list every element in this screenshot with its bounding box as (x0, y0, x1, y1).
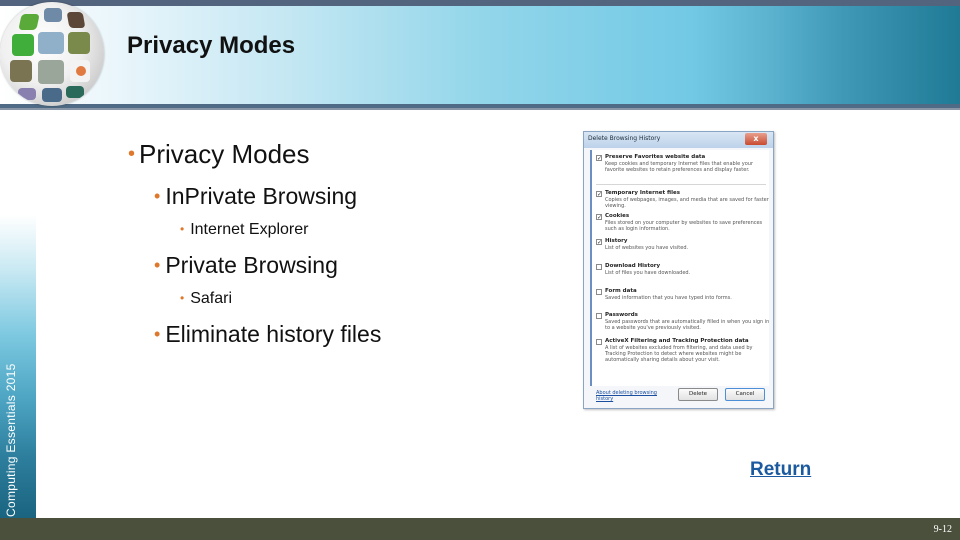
globe-tile (68, 32, 90, 54)
bullet-text: InPrivate Browsing (165, 183, 358, 209)
option-title: Cookies (605, 213, 630, 219)
checkbox (596, 289, 602, 295)
checkbox: ✓ (596, 239, 603, 246)
option-description: Saved information that you have typed in… (605, 295, 732, 301)
bullet-dot-icon: • (154, 324, 161, 344)
globe-tile (12, 34, 34, 56)
checkbox (596, 313, 602, 319)
return-link[interactable]: Return (750, 459, 811, 481)
checkbox (596, 264, 602, 270)
dialog-title: Delete Browsing History (588, 135, 661, 142)
globe-tile (44, 8, 62, 22)
option-description: Files stored on your computer by website… (605, 220, 763, 233)
bullet-text: Safari (190, 290, 232, 307)
bullet-internet-explorer: • Internet Explorer (180, 221, 308, 239)
bullet-private-browsing: • Private Browsing (154, 252, 338, 279)
option-description: List of files you have downloaded. (605, 270, 691, 276)
delete-browsing-history-dialog: Delete Browsing History x ✓ Preserve Fav… (583, 131, 774, 409)
bullet-text: Eliminate history files (165, 321, 382, 347)
option-description: Saved passwords that are automatically f… (605, 319, 770, 332)
sidebar-course-label: Computing Essentials 2015 (4, 363, 18, 517)
dialog-body: ✓ Preserve Favorites website data Keep c… (590, 150, 769, 386)
footer-bar (0, 518, 960, 540)
about-deleting-history-link: About deleting browsing history (596, 390, 657, 402)
bullet-dot-icon: • (154, 255, 161, 275)
option-title: Form data (605, 288, 637, 294)
bullet-privacy-modes: • Privacy Modes (128, 139, 310, 170)
bullet-safari: • Safari (180, 290, 232, 308)
bullet-eliminate-history: • Eliminate history files (154, 321, 381, 348)
checkbox: ✓ (596, 214, 603, 221)
globe-tile (38, 60, 64, 84)
header-divider-light (0, 108, 960, 110)
bullet-dot-icon: • (180, 291, 185, 305)
checkbox: ✓ (596, 191, 603, 198)
option-title: Temporary Internet files (605, 190, 681, 196)
globe-tile (38, 32, 64, 54)
globe-tile (18, 14, 40, 30)
globe-tile (42, 88, 62, 102)
bullet-text: Internet Explorer (190, 221, 309, 238)
bullet-dot-icon: • (154, 186, 161, 206)
option-title: ActiveX Filtering and Tracking Protectio… (605, 338, 749, 344)
option-title: History (605, 238, 628, 244)
bullet-dot-icon: • (128, 143, 136, 165)
bullet-inprivate-browsing: • InPrivate Browsing (154, 183, 357, 210)
checkbox (596, 339, 602, 345)
globe-photo-collage-icon (0, 2, 104, 106)
option-description: Copies of webpages, images, and media th… (605, 197, 769, 210)
bullet-text: Privacy Modes (139, 139, 310, 169)
globe-tile (66, 12, 86, 28)
page-title: Privacy Modes (127, 32, 296, 59)
cancel-button: Cancel (725, 388, 765, 401)
globe-tile (18, 88, 36, 100)
option-title: Download History (605, 263, 661, 269)
dialog-title-bar: Delete Browsing History x (584, 132, 773, 148)
globe-tile (10, 60, 32, 82)
globe-tile (76, 66, 86, 76)
option-title: Passwords (605, 312, 638, 318)
bullet-dot-icon: • (180, 222, 185, 236)
bullet-text: Private Browsing (165, 252, 338, 278)
page-number: 9-12 (933, 524, 952, 535)
dialog-separator (596, 184, 766, 185)
option-description: List of websites you have visited. (605, 245, 689, 251)
option-title: Preserve Favorites website data (605, 154, 706, 160)
option-description: Keep cookies and temporary Internet file… (605, 161, 754, 174)
delete-button: Delete (678, 388, 718, 401)
globe-tile (66, 86, 84, 98)
close-icon: x (745, 133, 767, 145)
option-description: A list of websites excluded from filteri… (605, 345, 753, 364)
checkbox: ✓ (596, 155, 603, 162)
